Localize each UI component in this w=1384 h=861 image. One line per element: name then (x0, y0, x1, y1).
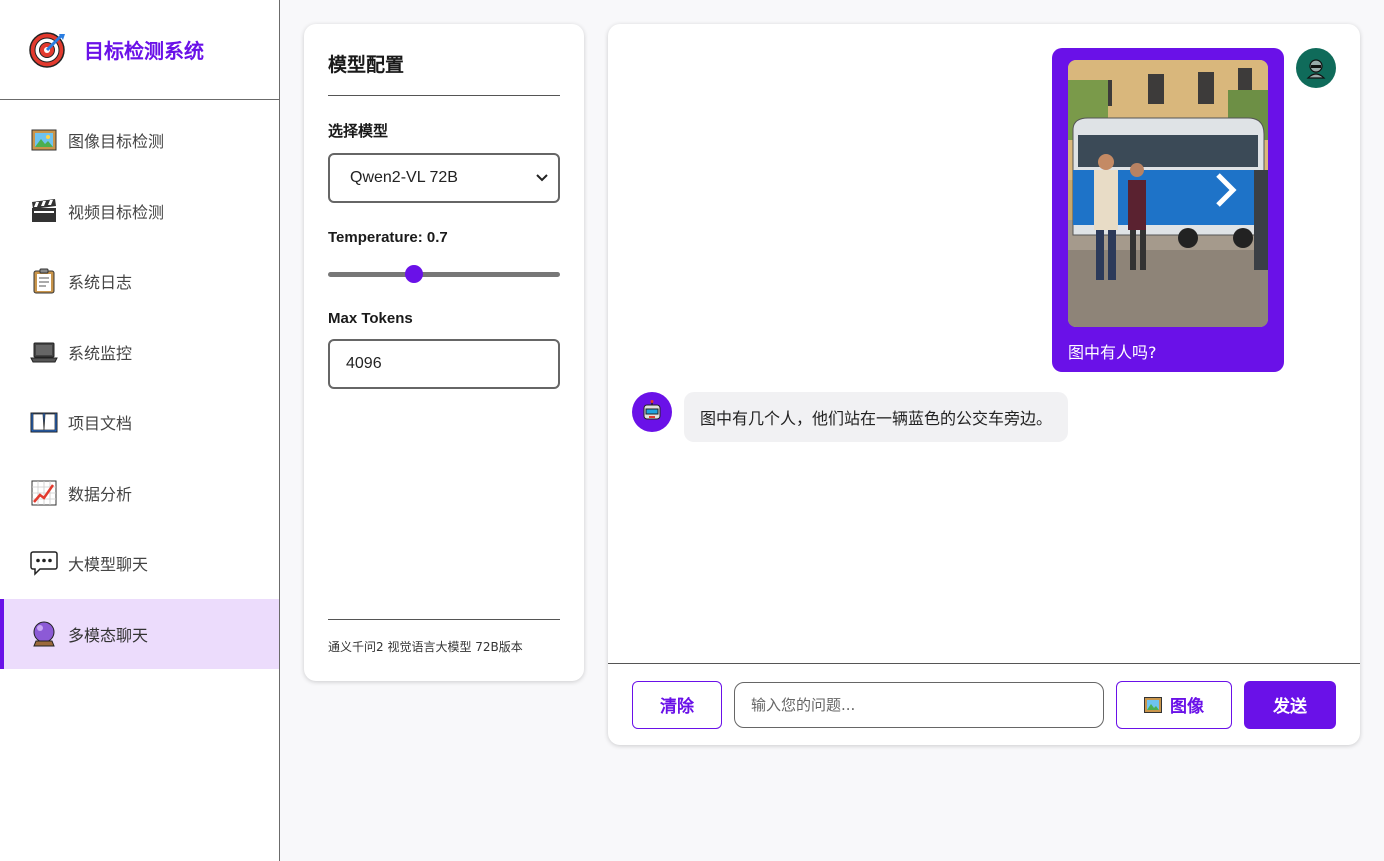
chat-panel: 图中有人吗? 图中有几个人，他们站在一辆蓝色的公交车旁边。 清除 输入您的问题.… (608, 24, 1360, 745)
chat-input-bar: 清除 输入您的问题... 图像 发送 (608, 663, 1360, 745)
sidebar-item-system-log[interactable]: 系统日志 (0, 246, 279, 317)
sidebar-item-image-detection[interactable]: 图像目标检测 (0, 105, 279, 176)
model-select-label: 选择模型 (328, 122, 389, 140)
brand: 目标检测系统 (0, 0, 279, 100)
message-list: 图中有人吗? 图中有几个人，他们站在一辆蓝色的公交车旁边。 (608, 24, 1360, 664)
slider-track (328, 272, 560, 277)
model-select[interactable]: Qwen2-VL 72B (328, 153, 560, 203)
max-tokens-input[interactable]: 4096 (328, 339, 560, 389)
sidebar-item-system-monitor[interactable]: 系统监控 (0, 317, 279, 388)
target-icon (28, 31, 66, 69)
laptop-icon (30, 338, 58, 366)
book-icon (30, 408, 58, 436)
sidebar-nav: 图像目标检测 视频目标检测 系统日志 系统监控 项目文档 数据分析 大模型聊天 … (0, 105, 279, 669)
picture-icon (30, 126, 58, 154)
uploaded-image[interactable] (1068, 60, 1268, 327)
image-upload-button[interactable]: 图像 (1116, 680, 1232, 729)
assistant-message-bubble: 图中有几个人，他们站在一辆蓝色的公交车旁边。 (684, 392, 1069, 442)
temperature-label-text: Temperature: (328, 229, 423, 246)
sidebar-item-data-analysis[interactable]: 数据分析 (0, 458, 279, 529)
sidebar-item-label: 数据分析 (68, 484, 133, 504)
clear-button[interactable]: 清除 (632, 680, 722, 729)
clapperboard-icon (30, 197, 58, 225)
question-input[interactable]: 输入您的问题... (734, 681, 1104, 728)
crystal-ball-icon (30, 620, 58, 648)
chart-icon (30, 479, 58, 507)
sidebar-item-video-detection[interactable]: 视频目标检测 (0, 176, 279, 247)
sidebar-item-label: 大模型聊天 (68, 555, 149, 575)
picture-icon (1144, 696, 1162, 713)
max-tokens-value: 4096 (346, 355, 382, 372)
temperature-value: 0.7 (426, 229, 448, 246)
sidebar-item-label: 图像目标检测 (68, 132, 165, 152)
sidebar: 目标检测系统 图像目标检测 视频目标检测 系统日志 系统监控 项目文档 数据分析… (0, 0, 280, 861)
sidebar-item-label: 项目文档 (68, 414, 133, 434)
sidebar-item-label: 系统监控 (68, 343, 133, 363)
temperature-slider[interactable] (328, 264, 560, 284)
question-input-placeholder: 输入您的问题... (751, 696, 856, 714)
config-title: 模型配置 (328, 50, 560, 96)
image-button-label: 图像 (1170, 697, 1204, 717)
max-tokens-label: Max Tokens (328, 310, 413, 327)
sidebar-item-multimodal-chat[interactable]: 多模态聊天 (0, 598, 279, 669)
model-description: 通义千问2 视觉语言大模型 72B版本 (328, 619, 560, 655)
model-config-panel: 模型配置 选择模型 Qwen2-VL 72B Temperature: 0.7 … (304, 24, 584, 681)
sidebar-item-label: 多模态聊天 (68, 625, 149, 645)
sidebar-item-label: 视频目标检测 (68, 202, 165, 222)
chevron-down-icon (536, 171, 548, 185)
send-button[interactable]: 发送 (1244, 680, 1336, 729)
clipboard-icon (30, 267, 58, 295)
brand-title: 目标检测系统 (84, 39, 204, 63)
slider-thumb[interactable] (404, 265, 423, 283)
speech-bubble-icon (30, 549, 58, 577)
model-select-value: Qwen2-VL 72B (350, 169, 458, 186)
sidebar-item-llm-chat[interactable]: 大模型聊天 (0, 528, 279, 599)
sidebar-item-label: 系统日志 (68, 273, 133, 293)
user-message-bubble: 图中有人吗? (1052, 48, 1284, 372)
user-message-text: 图中有人吗? (1068, 343, 1157, 362)
assistant-avatar (632, 392, 672, 432)
user-avatar (1296, 48, 1336, 88)
sidebar-item-project-docs[interactable]: 项目文档 (0, 387, 279, 458)
temperature-label: Temperature: 0.7 (328, 229, 560, 246)
assistant-message-text: 图中有几个人，他们站在一辆蓝色的公交车旁边。 (700, 409, 1053, 428)
